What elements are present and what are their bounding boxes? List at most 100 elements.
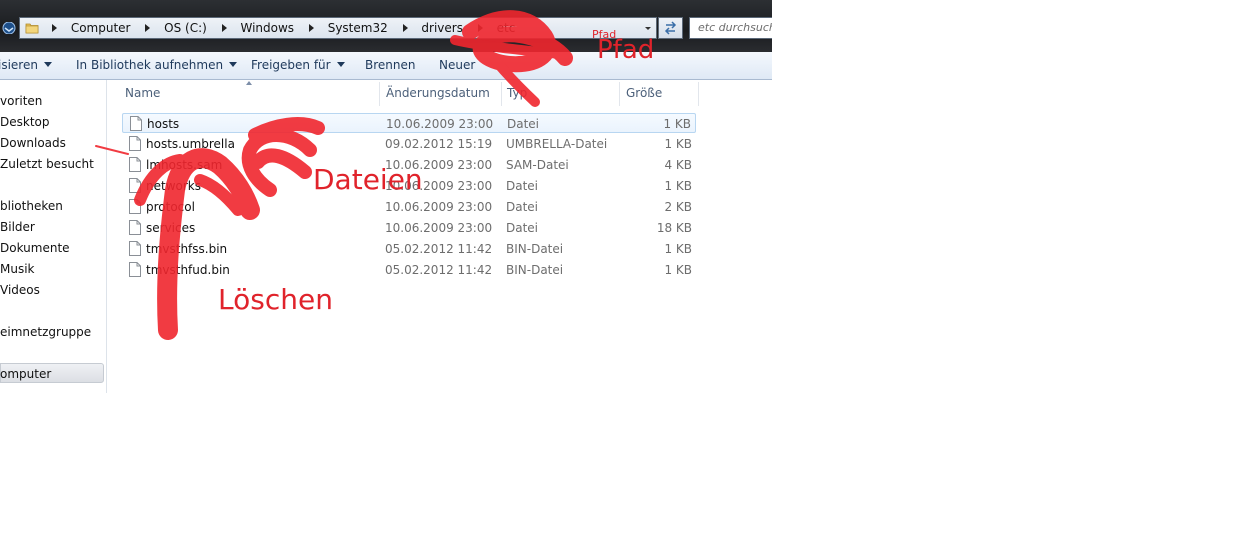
file-type: BIN-Datei <box>506 242 564 256</box>
search-input[interactable]: etc durchsuchen <box>689 17 772 39</box>
address-bar[interactable]: Computer OS (C:) Windows System32 driver… <box>19 17 657 39</box>
sidebar-item-recent[interactable]: Zuletzt besucht <box>0 157 94 171</box>
column-header-size[interactable]: Größe <box>626 86 662 100</box>
breadcrumb: Computer OS (C:) Windows System32 driver… <box>44 18 518 38</box>
chevron-down-icon <box>229 62 238 67</box>
file-size: 1 KB <box>663 117 691 131</box>
burn-button[interactable]: Brennen <box>365 58 415 72</box>
file-date: 10.06.2009 23:00 <box>385 200 493 214</box>
annotation-dateien: Dateien <box>313 163 423 196</box>
file-size: 1 KB <box>664 137 692 151</box>
address-band: Computer OS (C:) Windows System32 driver… <box>0 0 772 52</box>
refresh-icon <box>664 21 677 35</box>
breadcrumb-windows[interactable]: Windows <box>240 18 294 38</box>
library-label: In Bibliothek aufnehmen <box>76 58 224 72</box>
command-bar: isieren In Bibliothek aufnehmen Freigebe… <box>0 52 772 80</box>
sidebar-item-computer[interactable]: omputer <box>0 367 51 381</box>
sidebar-item-libraries[interactable]: bliotheken <box>0 199 63 213</box>
column-divider[interactable] <box>379 82 380 106</box>
include-in-library-button[interactable]: In Bibliothek aufnehmen <box>76 58 238 72</box>
file-row-protocol[interactable]: protocol 10.06.2009 23:00 Datei 2 KB <box>122 197 696 217</box>
file-date: 10.06.2009 23:00 <box>386 117 494 131</box>
breadcrumb-separator-icon[interactable] <box>52 23 57 32</box>
breadcrumb-system32[interactable]: System32 <box>328 18 388 38</box>
file-size: 1 KB <box>664 179 692 193</box>
breadcrumb-separator-icon[interactable] <box>477 23 483 32</box>
file-list: Name Änderungsdatum Typ Größe hosts 10.0… <box>107 80 772 393</box>
folder-icon <box>25 23 39 34</box>
file-row-hosts[interactable]: hosts 10.06.2009 23:00 Datei 1 KB <box>122 113 696 133</box>
breadcrumb-etc[interactable]: etc <box>497 18 516 38</box>
breadcrumb-os-c[interactable]: OS (C:) <box>164 18 207 38</box>
sidebar-item-favorites[interactable]: voriten <box>0 94 42 108</box>
file-type: Datei <box>507 117 540 131</box>
file-type: Datei <box>506 221 539 235</box>
file-name: tmvsthfud.bin <box>146 263 230 277</box>
file-row-services[interactable]: services 10.06.2009 23:00 Datei 18 KB <box>122 218 696 238</box>
file-size: 18 KB <box>656 221 692 235</box>
sidebar-item-desktop[interactable]: Desktop <box>0 115 50 129</box>
sort-ascending-icon <box>246 81 252 85</box>
file-name: lmhosts.sam <box>146 158 223 172</box>
file-name: protocol <box>146 200 195 214</box>
sidebar-item-music[interactable]: Musik <box>0 262 35 276</box>
file-size: 4 KB <box>664 158 692 172</box>
file-icon <box>130 116 142 131</box>
file-size: 1 KB <box>664 242 692 256</box>
breadcrumb-separator-icon[interactable] <box>145 23 151 32</box>
file-row-tmvsthfss-bin[interactable]: tmvsthfss.bin 05.02.2012 11:42 BIN-Datei… <box>122 239 696 259</box>
sidebar-item-pictures[interactable]: Bilder <box>0 220 35 234</box>
navigation-pane: voriten Desktop Downloads Zuletzt besuch… <box>0 80 107 393</box>
explorer-window: Computer OS (C:) Windows System32 driver… <box>0 0 772 393</box>
new-folder-button[interactable]: Neuer <box>439 58 475 72</box>
breadcrumb-separator-icon[interactable] <box>221 23 227 32</box>
file-icon <box>129 199 141 214</box>
file-type: SAM-Datei <box>506 158 569 172</box>
share-label: Freigeben für <box>251 58 331 72</box>
file-size: 1 KB <box>664 263 692 277</box>
file-date: 10.06.2009 23:00 <box>385 221 493 235</box>
sidebar-item-homegroup[interactable]: eimnetzgruppe <box>0 325 91 339</box>
file-type: Datei <box>506 200 539 214</box>
breadcrumb-drivers[interactable]: drivers <box>421 18 463 38</box>
refresh-button[interactable] <box>658 17 683 39</box>
file-icon <box>129 241 141 256</box>
file-icon <box>129 136 141 151</box>
file-row-hosts-umbrella[interactable]: hosts.umbrella 09.02.2012 15:19 UMBRELLA… <box>122 134 696 154</box>
column-header-type[interactable]: Typ <box>507 86 527 100</box>
file-row-tmvsthfud-bin[interactable]: tmvsthfud.bin 05.02.2012 11:42 BIN-Datei… <box>122 260 696 280</box>
column-divider[interactable] <box>501 82 502 106</box>
organize-button[interactable]: isieren <box>0 58 52 72</box>
file-icon <box>129 262 141 277</box>
file-date: 09.02.2012 15:19 <box>385 137 493 151</box>
file-date: 05.02.2012 11:42 <box>385 263 493 277</box>
column-divider[interactable] <box>698 82 699 106</box>
file-type: UMBRELLA-Datei <box>506 137 608 151</box>
annotation-pfad: Pfad <box>597 35 655 65</box>
chevron-down-icon[interactable] <box>642 22 654 34</box>
chevron-down-icon <box>43 62 52 67</box>
file-icon <box>129 157 141 172</box>
sidebar-item-videos[interactable]: Videos <box>0 283 40 297</box>
file-name: tmvsthfss.bin <box>146 242 228 256</box>
file-type: BIN-Datei <box>506 263 564 277</box>
sidebar-item-downloads[interactable]: Downloads <box>0 136 66 150</box>
breadcrumb-computer[interactable]: Computer <box>71 18 131 38</box>
annotation-loeschen: Löschen <box>218 283 333 316</box>
back-arrow-icon[interactable] <box>2 22 16 34</box>
file-icon <box>129 178 141 193</box>
chevron-down-icon <box>336 62 345 67</box>
file-size: 2 KB <box>664 200 692 214</box>
column-header-name[interactable]: Name <box>125 86 160 100</box>
column-header-date[interactable]: Änderungsdatum <box>386 86 490 100</box>
file-type: Datei <box>506 179 539 193</box>
column-divider[interactable] <box>619 82 620 106</box>
file-name: networks <box>146 179 201 193</box>
breadcrumb-separator-icon[interactable] <box>308 23 314 32</box>
file-name: hosts <box>147 117 180 131</box>
sidebar-item-documents[interactable]: Dokumente <box>0 241 70 255</box>
share-with-button[interactable]: Freigeben für <box>251 58 345 72</box>
file-name: hosts.umbrella <box>146 137 235 151</box>
breadcrumb-separator-icon[interactable] <box>402 23 408 32</box>
file-icon <box>129 220 141 235</box>
